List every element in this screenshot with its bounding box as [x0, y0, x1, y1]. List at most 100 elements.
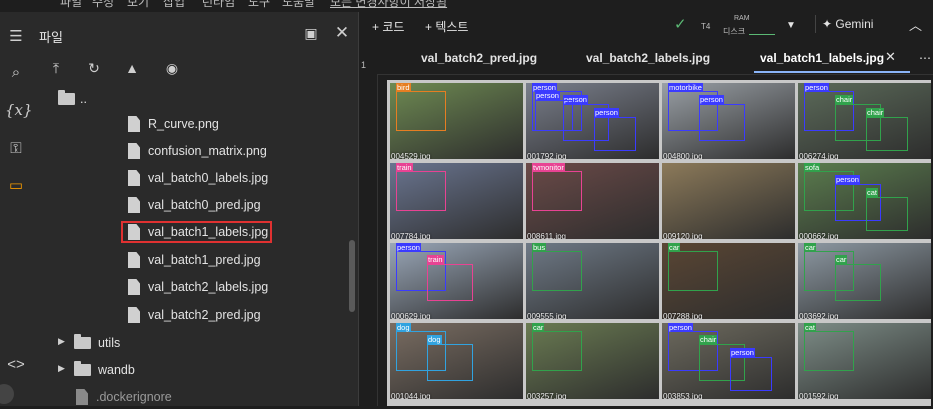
menu-help[interactable]: 도움말 [282, 0, 315, 10]
bounding-box [730, 357, 772, 391]
expand-arrow-icon[interactable]: ▶ [58, 363, 65, 374]
box-label: chair [835, 95, 854, 104]
image-filename: 001044.jpg [391, 392, 431, 399]
mosaic-tile: car 003257.jpg [526, 323, 659, 399]
file-item[interactable]: val_batch0_labels.jpg [32, 166, 332, 190]
save-status: 모든 변경사항이 저장됨 [330, 0, 448, 9]
parent-folder[interactable]: .. [32, 87, 332, 111]
selection-highlight [121, 221, 272, 243]
menu-runtime[interactable]: 런타임 [202, 0, 235, 10]
tab-val-batch2-pred[interactable]: val_batch2_pred.jpg [421, 51, 537, 65]
file-item[interactable]: confusion_matrix.png [32, 139, 332, 163]
bounding-box [668, 251, 718, 291]
bounding-box [427, 264, 473, 301]
file-item[interactable]: .dockerignore [0, 385, 280, 409]
upload-icon[interactable]: ⤒ [44, 56, 68, 80]
box-label: dog [396, 323, 411, 332]
menu-view[interactable]: 보기 [127, 0, 149, 10]
bounding-box [594, 117, 636, 151]
file-icon [128, 307, 140, 323]
file-icon [128, 143, 140, 159]
resource-meter[interactable] [749, 16, 775, 35]
bounding-box [866, 197, 908, 231]
search-icon[interactable]: ⌕ [5, 62, 27, 84]
more-tabs-icon[interactable]: ⋯ [919, 51, 931, 65]
image-filename: 003257.jpg [527, 392, 567, 399]
key-icon[interactable]: ⚿ [5, 138, 27, 160]
files-panel-title: 파일 [39, 30, 63, 45]
folder-utils[interactable]: ▶ utils [32, 331, 332, 355]
line-gutter: 1 [359, 60, 378, 406]
box-label: motorbike [668, 83, 703, 92]
tab-val-batch1-labels[interactable]: val_batch1_labels.jpg [760, 51, 884, 65]
box-label: car [835, 255, 848, 264]
box-label: train [427, 255, 444, 264]
bounding-box [866, 117, 908, 151]
box-label: dog [427, 335, 442, 344]
menu-file[interactable]: 파일 [60, 0, 82, 10]
box-label: person [396, 243, 421, 252]
chevron-down-icon[interactable]: ▼ [786, 20, 796, 31]
mosaic-tile: car 007288.jpg [662, 243, 795, 319]
menu-tools[interactable]: 도구 [248, 0, 270, 10]
drive-icon[interactable]: ▲ [120, 56, 144, 80]
box-label: tvmonitor [532, 163, 565, 172]
disk-label: 디스크 [723, 27, 746, 36]
scrollbar-thumb[interactable] [349, 240, 355, 312]
list-icon[interactable]: ☰ [5, 26, 27, 48]
file-item[interactable]: val_batch2_labels.jpg [32, 275, 332, 299]
file-icon [128, 170, 140, 186]
image-filename: 008611.jpg [527, 232, 566, 239]
expand-arrow-icon[interactable]: ▶ [58, 336, 65, 347]
box-label: car [532, 323, 545, 332]
ram-label: RAM [734, 15, 750, 22]
folder-name: utils [98, 336, 121, 350]
files-panel: 파일 ▣ ✕ ⤒ ↻ ▲ ◉ .. R_curve.png confusion_… [32, 12, 359, 406]
file-name: confusion_matrix.png [148, 144, 267, 158]
file-item[interactable]: val_batch2_pred.jpg [32, 303, 332, 327]
image-filename: 000629.jpg [391, 312, 431, 319]
image-preview: bird 004529.jpg person person person person 00… [387, 80, 931, 406]
box-label: cat [866, 188, 879, 197]
code-icon[interactable]: <> [5, 354, 27, 376]
variables-icon[interactable]: {x} [5, 99, 33, 121]
file-item[interactable]: val_batch1_pred.jpg [32, 248, 332, 272]
menu-edit[interactable]: 수정 [92, 0, 114, 10]
file-item[interactable]: val_batch0_pred.jpg [32, 193, 332, 217]
add-text-button[interactable]: + 텍스트 [425, 18, 468, 35]
bounding-box [396, 171, 446, 211]
tab-val-batch2-labels[interactable]: val_batch2_labels.jpg [586, 51, 710, 65]
folder-icon[interactable]: ▭ [5, 175, 27, 197]
image-filename: 004800.jpg [663, 152, 703, 159]
add-code-button[interactable]: + 코드 [372, 18, 404, 35]
mosaic-tile: dog dog 001044.jpg [390, 323, 523, 399]
eye-icon[interactable]: ◉ [160, 56, 184, 80]
file-item[interactable]: R_curve.png [32, 112, 332, 136]
mosaic-tile: person chair person 003853.jpg [662, 323, 795, 399]
box-label: cat [804, 323, 817, 332]
box-label: car [804, 243, 817, 252]
files-scrollbar[interactable] [348, 112, 356, 406]
refresh-icon[interactable]: ↻ [82, 56, 106, 80]
tab-close-icon[interactable]: ✕ [885, 49, 896, 65]
new-window-icon[interactable]: ▣ [300, 22, 322, 44]
mosaic-tile: bird 004529.jpg [390, 83, 523, 159]
close-icon[interactable]: ✕ [331, 22, 353, 44]
file-name: val_batch0_labels.jpg [148, 171, 269, 185]
file-icon [128, 279, 140, 295]
editor-toolbar: + 코드 + 텍스트 ✓ T4 RAM 디스크 ▼ ✦ Gemini ︿ [359, 12, 933, 42]
image-filename: 006274.jpg [799, 152, 839, 159]
box-label: bus [532, 243, 547, 252]
box-label: car [668, 243, 681, 252]
menu-insert[interactable]: 삽입 [163, 0, 185, 10]
active-tab-indicator [754, 71, 910, 73]
folder-wandb[interactable]: ▶ wandb [32, 358, 332, 382]
box-label: train [396, 163, 413, 172]
gemini-label: Gemini [835, 17, 874, 31]
gemini-button[interactable]: ✦ Gemini [815, 15, 879, 33]
collapse-icon[interactable]: ︿ [909, 15, 922, 34]
box-label: chair [699, 335, 718, 344]
file-icon [76, 389, 88, 405]
box-label: person [535, 91, 560, 100]
bounding-box [427, 344, 473, 381]
